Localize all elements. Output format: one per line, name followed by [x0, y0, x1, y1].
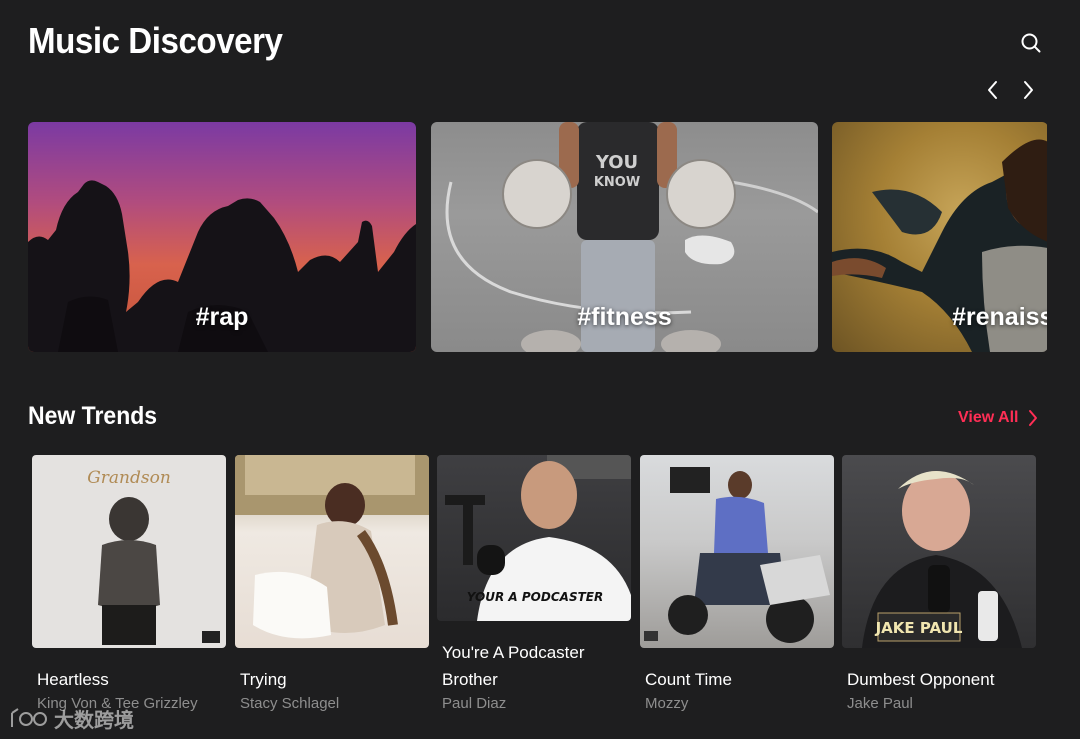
track-artist: Jake Paul	[847, 695, 913, 712]
genre-tile-renaiss[interactable]: #renaiss	[832, 122, 1047, 352]
chevron-right-icon	[1029, 410, 1038, 426]
track-card[interactable]: YOUR A PODCASTER You're A Podcaster Brot…	[437, 455, 631, 715]
genre-tile-label: #rap	[195, 303, 249, 331]
music-discovery-page: Music Discovery #rap YOU KNOW #fitness #…	[0, 0, 1080, 739]
track-artist: Mozzy	[645, 695, 689, 712]
search-icon	[1021, 33, 1041, 53]
track-card[interactable]: Grandson Heartless King Von & Tee Grizzl…	[32, 455, 226, 715]
genre-tile-fitness[interactable]: YOU KNOW #fitness	[431, 122, 818, 352]
watermark: 大数跨境	[8, 704, 134, 733]
track-artist: Stacy Schlagel	[240, 695, 340, 712]
view-all-label: View All	[958, 409, 1019, 426]
album-art-text: JAKE PAUL	[875, 619, 963, 637]
search-button[interactable]	[1016, 28, 1046, 58]
chevron-left-icon	[988, 81, 997, 99]
track-artist: Paul Diaz	[442, 695, 507, 712]
carousel-prev-button[interactable]	[979, 76, 1007, 104]
album-art-text: YOUR A PODCASTER	[467, 590, 603, 604]
chevron-right-icon	[1024, 81, 1033, 99]
album-art	[235, 455, 429, 648]
album-art: Grandson	[32, 455, 226, 648]
genre-tile-rap[interactable]: #rap	[28, 122, 416, 352]
svg-text:KNOW: KNOW	[594, 175, 640, 190]
album-art	[640, 455, 834, 648]
album-art-text: Grandson	[87, 468, 171, 488]
svg-text:YOU: YOU	[595, 152, 638, 173]
track-title: Trying	[240, 670, 287, 689]
album-art: YOUR A PODCASTER	[437, 455, 631, 621]
track-card[interactable]: Trying Stacy Schlagel	[235, 455, 429, 715]
view-all-link[interactable]: View All	[958, 405, 1038, 431]
genre-tile-label: #fitness	[577, 303, 672, 331]
watermark-logo-icon	[11, 707, 47, 727]
track-card[interactable]: JAKE PAUL Dumbest Opponent Jake Paul	[842, 455, 1036, 715]
track-title: You're A Podcaster Brother	[442, 643, 585, 689]
track-title: Heartless	[37, 670, 109, 689]
watermark-text: 大数跨境	[54, 710, 134, 732]
section-title-new-trends: New Trends	[28, 402, 158, 430]
page-title: Music Discovery	[28, 20, 283, 61]
album-art: JAKE PAUL	[842, 455, 1036, 648]
track-title: Dumbest Opponent	[847, 670, 995, 689]
genre-carousel: #rap YOU KNOW #fitness #renaiss	[28, 122, 1047, 352]
genre-tile-label: #renaiss	[952, 303, 1047, 331]
track-title: Count Time	[645, 670, 732, 689]
track-card[interactable]: Count Time Mozzy	[640, 455, 834, 715]
carousel-next-button[interactable]	[1014, 76, 1042, 104]
